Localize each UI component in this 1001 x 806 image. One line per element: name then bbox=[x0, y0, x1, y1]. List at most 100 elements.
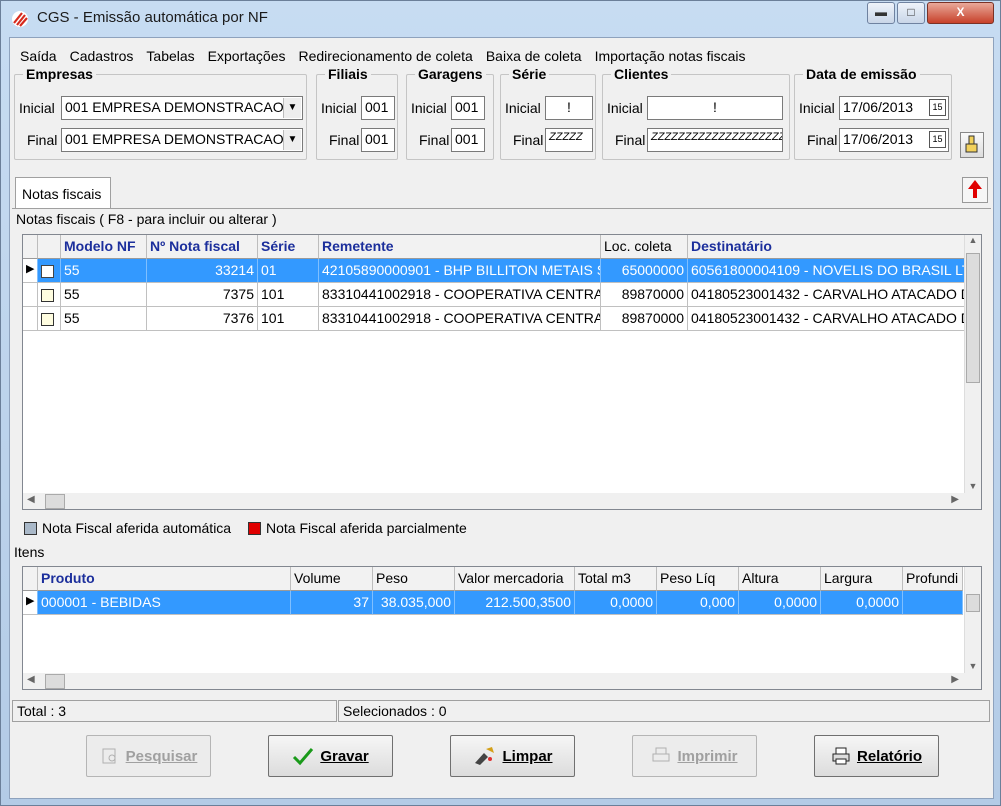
serie-group: Série Inicial ! Final ZZZZZ bbox=[500, 66, 596, 160]
scroll-up-icon[interactable]: ▲ bbox=[965, 235, 981, 245]
table-row[interactable]: 55 7375 101 83310441002918 - COOPERATIVA… bbox=[23, 283, 981, 307]
scroll-up-button[interactable] bbox=[962, 177, 988, 203]
scroll-left-icon[interactable]: ◀ bbox=[27, 494, 35, 505]
cell-destinatario: 04180523001432 - CARVALHO ATACADO D bbox=[688, 307, 968, 331]
relatorio-button[interactable]: Relatório bbox=[814, 735, 939, 777]
tab-notas-fiscais[interactable]: Notas fiscais bbox=[15, 177, 111, 209]
row-checkbox[interactable] bbox=[38, 307, 61, 331]
col-volume[interactable]: Volume bbox=[291, 567, 373, 591]
hscroll-thumb[interactable] bbox=[45, 494, 65, 509]
menu-redirecionamento[interactable]: Redirecionamento de coleta bbox=[295, 38, 482, 68]
col-serie[interactable]: Série bbox=[258, 235, 319, 259]
scroll-left-icon[interactable]: ◀ bbox=[27, 674, 35, 685]
imprimir-button[interactable]: Imprimir bbox=[632, 735, 757, 777]
clientes-inicial-label: Inicial bbox=[607, 100, 643, 116]
cell-modelo: 55 bbox=[61, 259, 147, 283]
row-checkbox[interactable] bbox=[38, 283, 61, 307]
itens-horizontal-scrollbar[interactable]: ◀ ▶ bbox=[23, 673, 981, 689]
col-remetente[interactable]: Remetente bbox=[319, 235, 601, 259]
cell-numero: 7376 bbox=[147, 307, 258, 331]
legend-parcial-label: Nota Fiscal aferida parcialmente bbox=[266, 520, 467, 536]
data-final-value: 17/06/2013 bbox=[843, 131, 914, 147]
status-total: Total : 3 bbox=[12, 700, 337, 722]
garagem-inicial-input[interactable]: 001 bbox=[451, 96, 485, 120]
table-row[interactable]: ▶ 000001 - BEBIDAS 37 38.035,000 212.500… bbox=[23, 591, 981, 615]
garagem-final-input[interactable]: 001 bbox=[451, 128, 485, 152]
empresas-title: Empresas bbox=[23, 66, 96, 82]
chevron-down-icon[interactable]: ▼ bbox=[283, 98, 301, 118]
maximize-button[interactable]: □ bbox=[897, 2, 925, 24]
data-final-input[interactable]: 17/06/2013 15 bbox=[839, 128, 949, 152]
cell-serie: 01 bbox=[258, 259, 319, 283]
cell-largura: 0,0000 bbox=[821, 591, 903, 615]
menu-bar: Saída Cadastros Tabelas Exportações Redi… bbox=[10, 38, 993, 68]
menu-tabelas[interactable]: Tabelas bbox=[142, 38, 203, 68]
col-numero-nf[interactable]: Nº Nota fiscal bbox=[147, 235, 258, 259]
cell-liq: 0,000 bbox=[657, 591, 739, 615]
serie-title: Série bbox=[509, 66, 550, 82]
col-modelo-nf[interactable]: Modelo NF bbox=[61, 235, 147, 259]
col-total-m3[interactable]: Total m3 bbox=[575, 567, 657, 591]
menu-importacao[interactable]: Importação notas fiscais bbox=[591, 38, 755, 68]
row-checkbox[interactable] bbox=[38, 259, 61, 283]
chevron-down-icon[interactable]: ▼ bbox=[283, 130, 301, 150]
data-emissao-title: Data de emissão bbox=[803, 66, 920, 82]
itens-vertical-scrollbar[interactable]: ▼ bbox=[964, 567, 981, 673]
menu-cadastros[interactable]: Cadastros bbox=[66, 38, 143, 68]
menu-baixa-coleta[interactable]: Baixa de coleta bbox=[482, 38, 591, 68]
cliente-final-input[interactable]: ZZZZZZZZZZZZZZZZZZZZ bbox=[647, 128, 783, 152]
relatorio-label: Relatório bbox=[856, 747, 922, 765]
legend-parcial: Nota Fiscal aferida parcialmente bbox=[248, 520, 467, 536]
col-peso[interactable]: Peso bbox=[373, 567, 455, 591]
garagens-group: Garagens Inicial 001 Final 001 bbox=[406, 66, 494, 160]
col-altura[interactable]: Altura bbox=[739, 567, 821, 591]
data-final-label: Final bbox=[807, 132, 838, 148]
search-hand-button[interactable] bbox=[960, 132, 984, 158]
limpar-button[interactable]: Limpar bbox=[450, 735, 575, 777]
col-destinatario[interactable]: Destinatário bbox=[688, 235, 968, 259]
table-row[interactable]: 55 7376 101 83310441002918 - COOPERATIVA… bbox=[23, 307, 981, 331]
notas-grid[interactable]: Modelo NF Nº Nota fiscal Série Remetente… bbox=[22, 234, 982, 510]
close-button[interactable]: X bbox=[927, 2, 994, 24]
app-logo-icon bbox=[12, 11, 28, 27]
table-row[interactable]: ▶ 55 33214 01 42105890000901 - BHP BILLI… bbox=[23, 259, 981, 283]
gravar-button[interactable]: Gravar bbox=[268, 735, 393, 777]
empresa-inicial-combo[interactable]: 001 EMPRESA DEMONSTRACAO ▼ bbox=[61, 96, 303, 120]
pesquisar-button[interactable]: Pesquisar bbox=[86, 735, 211, 777]
cell-numero: 7375 bbox=[147, 283, 258, 307]
gravar-label: Gravar bbox=[320, 747, 369, 765]
notas-vertical-scrollbar[interactable]: ▲ ▼ bbox=[964, 235, 981, 493]
col-largura[interactable]: Largura bbox=[821, 567, 903, 591]
scroll-thumb[interactable] bbox=[966, 253, 980, 383]
col-produto[interactable]: Produto bbox=[38, 567, 291, 591]
filial-inicial-input[interactable]: 001 bbox=[361, 96, 395, 120]
calendar-icon[interactable]: 15 bbox=[929, 99, 946, 116]
printer-icon bbox=[832, 747, 850, 765]
serie-inicial-input[interactable]: ! bbox=[545, 96, 593, 120]
cell-loc: 89870000 bbox=[601, 283, 688, 307]
itens-caption: Itens bbox=[14, 544, 45, 560]
calendar-icon[interactable]: 15 bbox=[929, 131, 946, 148]
col-peso-liq[interactable]: Peso Líq bbox=[657, 567, 739, 591]
empresa-final-combo[interactable]: 001 EMPRESA DEMONSTRACAO ▼ bbox=[61, 128, 303, 152]
hscroll-thumb[interactable] bbox=[45, 674, 65, 689]
pesquisar-label: Pesquisar bbox=[125, 747, 198, 765]
filial-final-input[interactable]: 001 bbox=[361, 128, 395, 152]
notas-horizontal-scrollbar[interactable]: ◀ ▶ bbox=[23, 493, 981, 509]
data-inicial-input[interactable]: 17/06/2013 15 bbox=[839, 96, 949, 120]
menu-exportacoes[interactable]: Exportações bbox=[204, 38, 295, 68]
col-profundidade[interactable]: Profundi bbox=[903, 567, 963, 591]
minimize-button[interactable]: ▬ bbox=[867, 2, 895, 24]
col-valor[interactable]: Valor mercadoria bbox=[455, 567, 575, 591]
itens-grid[interactable]: Produto Volume Peso Valor mercadoria Tot… bbox=[22, 566, 982, 690]
serie-final-input[interactable]: ZZZZZ bbox=[545, 128, 593, 152]
scroll-right-icon[interactable]: ▶ bbox=[951, 674, 959, 685]
scroll-thumb[interactable] bbox=[966, 594, 980, 612]
scroll-down-icon[interactable]: ▼ bbox=[965, 481, 981, 491]
garagens-final-label: Final bbox=[419, 132, 450, 148]
menu-saida[interactable]: Saída bbox=[16, 38, 66, 68]
col-loc-coleta[interactable]: Loc. coleta bbox=[601, 235, 688, 259]
scroll-down-icon[interactable]: ▼ bbox=[965, 661, 981, 671]
cliente-inicial-input[interactable]: ! bbox=[647, 96, 783, 120]
scroll-right-icon[interactable]: ▶ bbox=[951, 494, 959, 505]
